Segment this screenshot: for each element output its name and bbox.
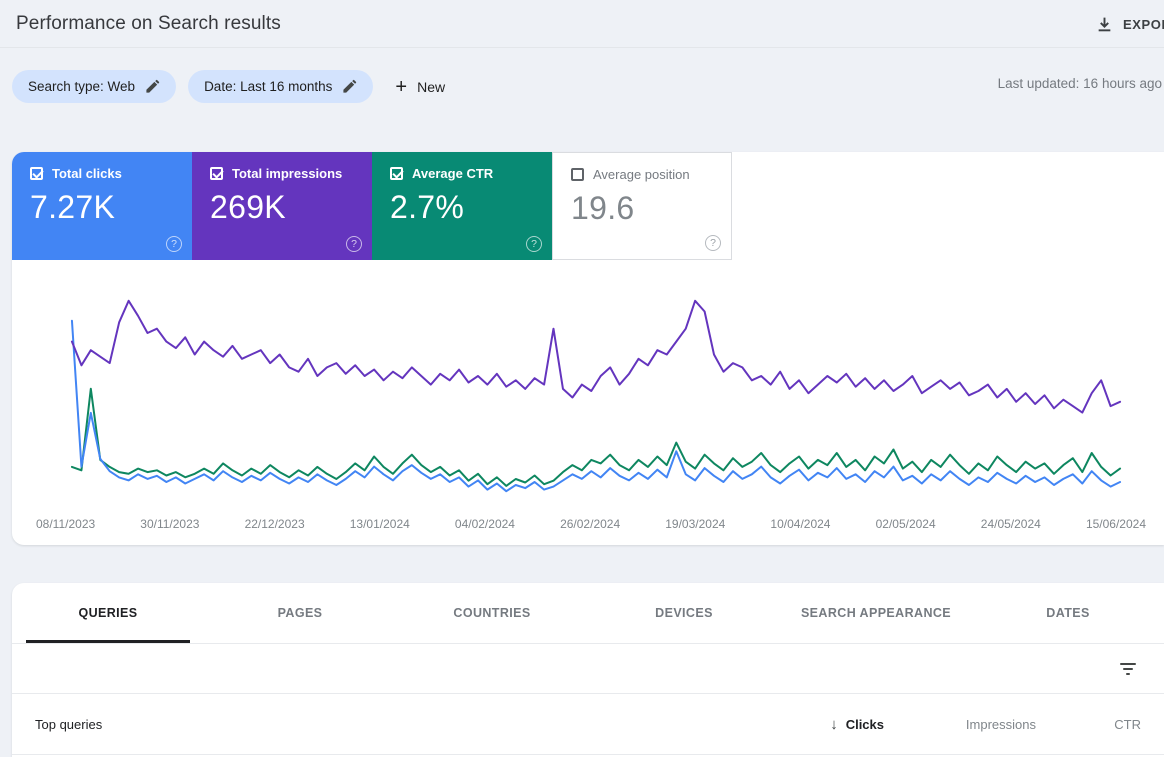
tab-dates[interactable]: DATES	[972, 583, 1164, 643]
x-tick-label: 15/06/2024	[1085, 517, 1146, 531]
clicks-line	[72, 321, 1120, 492]
question-circle-icon[interactable]: ?	[166, 236, 182, 252]
metric-card-average-ctr[interactable]: Average CTR 2.7%?	[372, 152, 552, 260]
impressions-line	[72, 301, 1120, 413]
metric-value: 2.7%	[390, 189, 465, 225]
x-tick-label: 10/04/2024	[770, 517, 831, 531]
metric-value: 19.6	[571, 190, 635, 226]
performance-chart[interactable]	[42, 283, 1150, 511]
last-updated-text: Last updated: 16 hours ago	[997, 76, 1162, 91]
filter-toolbar: Search type: Web Date: Last 16 months + …	[0, 48, 1164, 103]
chart-canvas[interactable]	[42, 283, 1150, 511]
x-tick-label: 08/11/2023	[36, 517, 96, 531]
metric-card-average-position[interactable]: Average position 19.6?	[552, 152, 732, 260]
new-filter-label: New	[417, 78, 446, 95]
tab-countries[interactable]: COUNTRIES	[396, 583, 588, 643]
x-tick-label: 24/05/2024	[980, 517, 1041, 531]
tab-queries[interactable]: QUERIES	[12, 583, 204, 643]
plus-icon: +	[395, 75, 408, 98]
x-tick-label: 26/02/2024	[560, 517, 621, 531]
tab-devices[interactable]: DEVICES	[588, 583, 780, 643]
page-header: Performance on Search results EXPORT	[0, 0, 1164, 48]
column-header-top-queries: Top queries	[35, 716, 103, 732]
unchecked-checkbox-icon[interactable]	[571, 168, 584, 181]
x-tick-label: 22/12/2023	[244, 517, 305, 531]
date-range-chip[interactable]: Date: Last 16 months	[188, 70, 374, 103]
metric-card-total-clicks[interactable]: Total clicks 7.27K?	[12, 152, 192, 260]
x-tick-label: 13/01/2024	[349, 517, 410, 531]
x-tick-label: 19/03/2024	[665, 517, 726, 531]
metric-label: Total clicks	[52, 166, 122, 181]
search-type-chip-label: Search type: Web	[28, 79, 136, 94]
clicks-header-label: Clicks	[845, 716, 884, 732]
dimensions-table-panel: QUERIES PAGES COUNTRIES DEVICES SEARCH APPEA…	[12, 583, 1164, 757]
pencil-icon	[343, 79, 357, 93]
table-header-row: Top queries ↓ Clicks Impressions CTR	[12, 694, 1164, 755]
chart-x-axis-labels: 08/11/2023 30/11/2023 22/12/2023 13/01/2024…	[36, 517, 1146, 531]
page-title: Performance on Search results	[16, 12, 281, 34]
search-type-chip[interactable]: Search type: Web	[12, 70, 177, 103]
metric-cards-row: Total clicks 7.27K? Total impressions 269K?…	[12, 152, 1164, 260]
metric-value: 7.27K	[30, 189, 116, 225]
checked-checkbox-icon[interactable]	[210, 167, 223, 180]
checked-checkbox-icon[interactable]	[30, 167, 43, 180]
performance-chart-panel: Total clicks 7.27K? Total impressions 269K?…	[12, 152, 1164, 545]
x-tick-label: 30/11/2023	[140, 517, 200, 531]
column-header-ctr[interactable]: CTR	[1036, 717, 1141, 732]
download-icon	[1098, 17, 1111, 31]
column-header-impressions[interactable]: Impressions	[884, 717, 1036, 732]
table-filter-row	[12, 644, 1164, 694]
metric-label: Total impressions	[232, 166, 343, 181]
arrow-down-icon: ↓	[830, 715, 838, 733]
pencil-icon	[146, 79, 160, 93]
question-circle-icon[interactable]: ?	[526, 236, 542, 252]
question-circle-icon[interactable]: ?	[705, 235, 721, 251]
tab-search-appearance[interactable]: SEARCH APPEARANCE	[780, 583, 972, 643]
checked-checkbox-icon[interactable]	[390, 167, 403, 180]
metric-label: Average CTR	[412, 166, 494, 181]
ctr-line	[72, 389, 1120, 486]
date-range-chip-label: Date: Last 16 months	[204, 79, 333, 94]
export-button[interactable]: EXPORT	[1096, 0, 1164, 48]
x-tick-label: 04/02/2024	[454, 517, 515, 531]
tab-pages[interactable]: PAGES	[204, 583, 396, 643]
export-label: EXPORT	[1122, 16, 1164, 32]
funnel-icon[interactable]	[1114, 657, 1142, 681]
new-filter-button[interactable]: + New	[395, 77, 445, 97]
column-header-clicks[interactable]: ↓ Clicks	[714, 716, 884, 733]
question-circle-icon[interactable]: ?	[346, 236, 362, 252]
metric-value: 269K	[210, 189, 286, 225]
x-tick-label: 02/05/2024	[875, 517, 936, 531]
metric-card-total-impressions[interactable]: Total impressions 269K?	[192, 152, 372, 260]
metric-label: Average position	[593, 167, 690, 182]
dimension-tabs: QUERIES PAGES COUNTRIES DEVICES SEARCH APPEA…	[12, 583, 1164, 644]
